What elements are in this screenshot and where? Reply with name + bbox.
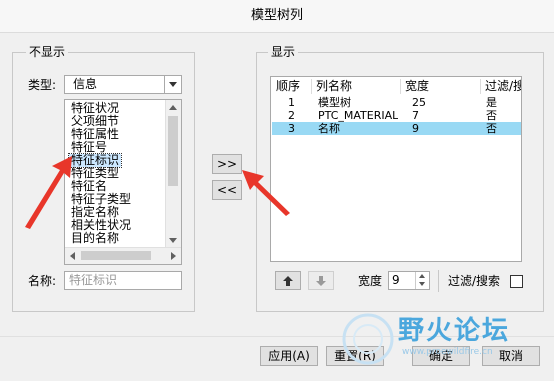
horizontal-scroll-thumb[interactable]	[81, 251, 151, 260]
toolbar-separator	[438, 270, 439, 292]
chevron-down-icon[interactable]	[164, 76, 181, 93]
cell-width: 9	[412, 122, 419, 135]
stepper-down-icon[interactable]	[419, 282, 425, 286]
cell-filter: 否	[486, 109, 497, 122]
scroll-down-icon[interactable]	[169, 238, 177, 243]
apply-button[interactable]: 应用(A)	[260, 346, 318, 366]
scroll-thumb[interactable]	[168, 116, 178, 186]
title-bar: 模型树列	[0, 0, 554, 33]
watermark-url: www.proewildfire.cn	[402, 347, 493, 357]
filter-search-checkbox[interactable]	[510, 275, 523, 288]
scroll-up-icon[interactable]	[169, 105, 177, 110]
cell-filter: 否	[486, 122, 497, 135]
cell-name: PTC_MATERIAL_NAME	[318, 109, 398, 122]
window-title: 模型树列	[250, 8, 303, 23]
width-stepper-value: 9	[392, 273, 400, 287]
column-header-order[interactable]: 顺序	[272, 79, 312, 94]
cell-name: 模型树	[318, 96, 351, 109]
cell-filter: 是	[486, 96, 497, 109]
forum-watermark: 野火论坛 www.proewildfire.cn	[340, 305, 554, 378]
remove-column-label: <<	[216, 183, 238, 197]
list-item[interactable]: 目的名称	[69, 232, 121, 245]
width-label: 宽度	[358, 274, 383, 288]
width-stepper[interactable]: 9	[388, 271, 430, 290]
shown-columns-legend: 显示	[268, 45, 299, 59]
vertical-scrollbar[interactable]	[165, 100, 181, 248]
cell-order: 1	[288, 96, 295, 109]
arrow-up-icon	[283, 275, 293, 286]
column-header-filter[interactable]: 过滤/搜	[481, 79, 521, 94]
name-field-placeholder: 特征标识	[69, 273, 118, 287]
horizontal-scrollbar[interactable]	[65, 247, 181, 264]
name-label: 名称:	[28, 274, 57, 288]
cell-width: 7	[412, 109, 419, 122]
annotation-arrow-left-icon	[25, 156, 72, 229]
column-header-width[interactable]: 宽度	[401, 79, 481, 94]
cell-order: 3	[288, 122, 295, 135]
hidden-columns-list[interactable]: 特征状况 父项细节 特征属性 特征号 特征标识 特征类型 特征名 特征子类型 指定名称 相关性状况…	[64, 99, 182, 265]
type-dropdown-value: 信息	[73, 77, 98, 91]
hidden-columns-legend: 不显示	[26, 45, 69, 59]
stepper-arrows[interactable]	[415, 272, 429, 289]
table-row[interactable]: 1 模型树 25 是	[272, 96, 521, 109]
table-row[interactable]: 3 名称 9 否	[272, 122, 521, 135]
table-row[interactable]: 2 PTC_MATERIAL_NAME 7 否	[272, 109, 521, 122]
scroll-right-icon[interactable]	[171, 252, 176, 260]
move-up-button[interactable]	[275, 271, 301, 290]
cell-order: 2	[288, 109, 295, 122]
column-header-name[interactable]: 列名称	[312, 79, 401, 94]
type-dropdown[interactable]: 信息	[64, 75, 182, 94]
stepper-up-icon[interactable]	[419, 274, 425, 278]
annotation-arrow-right-icon	[242, 170, 290, 216]
add-column-label: >>	[216, 157, 238, 171]
cell-width: 25	[412, 96, 426, 109]
type-label: 类型:	[28, 78, 57, 92]
move-down-button[interactable]	[308, 271, 334, 290]
watermark-title: 野火论坛	[398, 316, 511, 346]
shown-columns-table[interactable]: 顺序 列名称 宽度 过滤/搜 1 模型树 25 是 2 PTC_MATERIAL_NAME…	[270, 76, 522, 262]
arrow-down-icon	[316, 275, 326, 286]
name-field[interactable]: 特征标识	[64, 271, 182, 290]
apply-button-label: 应用(A)	[268, 349, 310, 363]
cell-name: 名称	[318, 122, 340, 135]
scroll-left-icon[interactable]	[70, 252, 75, 260]
filter-search-label: 过滤/搜索	[448, 274, 501, 288]
